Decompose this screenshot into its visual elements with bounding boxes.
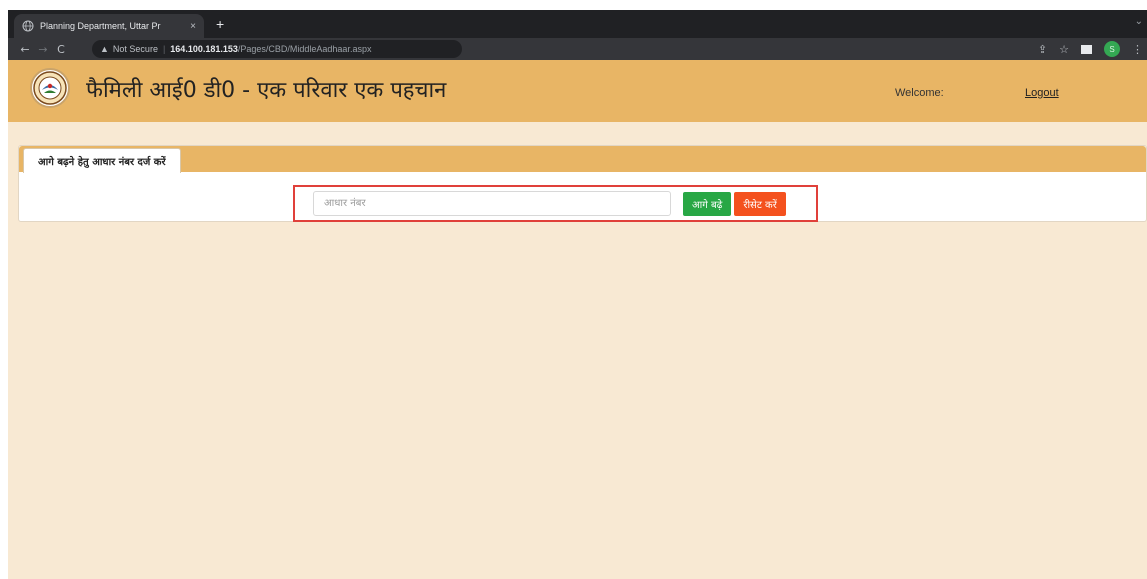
browser-tab[interactable]: Planning Department, Uttar Pr ×	[14, 14, 204, 38]
aadhaar-panel: आगे बढ़ने हेतु आधार नंबर दर्ज करें आगे ब…	[18, 145, 1147, 222]
site-header: फैमिली आई0 डी0 - एक परिवार एक पहचान Welc…	[8, 60, 1147, 122]
address-separator: |	[162, 44, 166, 54]
not-secure-label: Not Secure	[112, 44, 158, 54]
aadhaar-form: आगे बढ़े रीसेट करें	[293, 185, 818, 222]
forward-button[interactable]: →	[34, 43, 52, 56]
tab-title: Planning Department, Uttar Pr	[40, 21, 161, 31]
warning-icon: ▲	[100, 44, 109, 54]
browser-window: Planning Department, Uttar Pr × + ⌄ ← → …	[8, 10, 1147, 579]
logout-link[interactable]: Logout	[1025, 87, 1059, 99]
reload-button[interactable]: C	[52, 43, 70, 56]
url-path: /Pages/CBD/MiddleAadhaar.aspx	[237, 44, 372, 54]
close-icon[interactable]: ×	[190, 21, 196, 32]
tab-strip: Planning Department, Uttar Pr × + ⌄	[8, 10, 1147, 38]
star-icon[interactable]: ☆	[1059, 43, 1069, 56]
profile-avatar[interactable]: S	[1104, 41, 1120, 57]
reset-button[interactable]: रीसेट करें	[734, 191, 786, 216]
share-icon[interactable]: ⇪	[1038, 43, 1047, 56]
address-bar[interactable]: ▲ Not Secure | 164.100.181.153 /Pages/CB…	[92, 40, 462, 58]
toolbar-actions: ⇪ ☆ S ⋮	[1038, 41, 1143, 57]
back-button[interactable]: ←	[16, 43, 34, 56]
menu-icon[interactable]: ⋮	[1132, 43, 1143, 56]
new-tab-button[interactable]: +	[216, 16, 224, 32]
globe-icon	[22, 20, 34, 32]
panel-tab-bar: आगे बढ़ने हेतु आधार नंबर दर्ज करें	[19, 146, 1146, 173]
url-host: 164.100.181.153	[170, 44, 238, 54]
browser-toolbar: ← → C ▲ Not Secure | 164.100.181.153 /Pa…	[8, 38, 1147, 60]
proceed-button[interactable]: आगे बढ़े	[683, 191, 732, 216]
emblem-logo	[30, 68, 70, 108]
aadhaar-number-input[interactable]	[313, 191, 671, 216]
tab-enter-aadhaar[interactable]: आगे बढ़ने हेतु आधार नंबर दर्ज करें	[23, 148, 181, 173]
site-title: फैमिली आई0 डी0 - एक परिवार एक पहचान	[86, 78, 447, 103]
welcome-label: Welcome:	[895, 87, 944, 99]
side-panel-icon[interactable]	[1081, 44, 1092, 54]
chevron-down-icon[interactable]: ⌄	[1135, 16, 1143, 27]
